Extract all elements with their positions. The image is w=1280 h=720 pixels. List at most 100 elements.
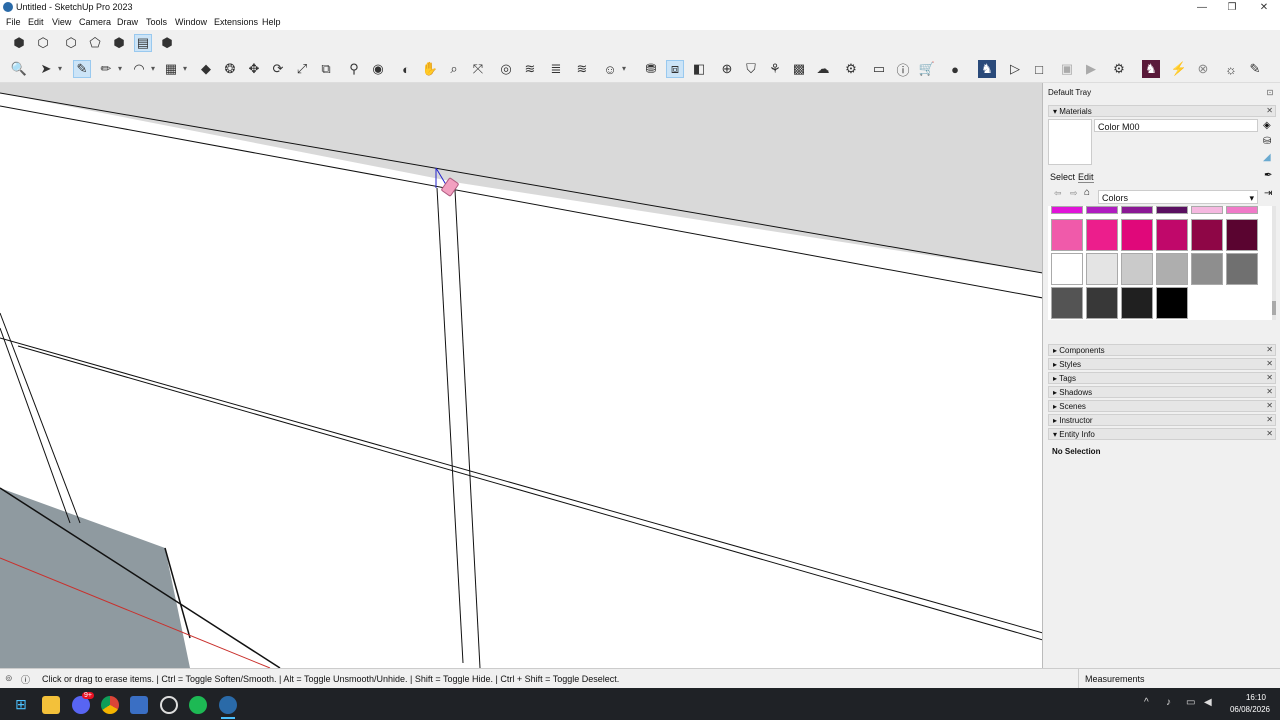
checker-icon[interactable]: ▩ <box>790 60 808 78</box>
bolt-icon[interactable]: ⚡ <box>1170 60 1188 78</box>
eraser-tool-icon[interactable]: ✎ <box>73 60 91 78</box>
menu-file[interactable]: File <box>6 17 21 27</box>
panel-close-icon[interactable]: ✕ <box>1266 429 1273 438</box>
wireframe-style-icon[interactable]: ⬡ <box>62 34 80 52</box>
color-swatch[interactable] <box>1156 253 1188 285</box>
panel-close-icon[interactable]: ✕ <box>1266 373 1273 382</box>
panel-close-icon[interactable]: ✕ <box>1266 415 1273 424</box>
sketchup-taskbar-icon[interactable] <box>219 696 237 714</box>
details-arrow-icon[interactable]: ⇥ <box>1264 188 1272 199</box>
color-swatch[interactable] <box>1086 287 1118 319</box>
monochrome-style-icon[interactable]: ⬢ <box>158 34 176 52</box>
color-swatch[interactable] <box>1086 219 1118 251</box>
extension-manager-icon[interactable]: ⚙ <box>842 60 860 78</box>
menu-view[interactable]: View <box>52 17 71 27</box>
select-tool-icon[interactable]: ➤ <box>37 60 62 78</box>
pin-icon[interactable]: ⊡ <box>1264 88 1276 98</box>
tape-measure-icon[interactable]: ⚲ <box>345 60 363 78</box>
arc-tool-icon[interactable]: ◠ <box>130 60 155 78</box>
outline-app-icon[interactable] <box>160 696 178 714</box>
menu-camera[interactable]: Camera <box>79 17 111 27</box>
section-cut-icon[interactable]: ◧ <box>690 60 708 78</box>
volume-icon[interactable]: ◀ <box>1204 697 1212 708</box>
panel-header-components[interactable]: ▸ Components ✕ <box>1048 344 1276 356</box>
info-icon[interactable]: ⓘ <box>894 60 912 78</box>
color-swatch[interactable] <box>1051 253 1083 285</box>
network-icon[interactable]: ▭ <box>1186 697 1195 708</box>
settings-icon[interactable]: ⚙ <box>1110 60 1128 78</box>
close-circle-icon[interactable]: ⊗ <box>1194 60 1212 78</box>
bulb-icon[interactable]: ☼ <box>1222 60 1240 78</box>
swatch-scrollbar[interactable] <box>1272 206 1276 320</box>
shaded-style-icon[interactable]: ⬢ <box>110 34 128 52</box>
entity-info-panel-header[interactable]: ▾ Entity Info ✕ <box>1048 428 1276 440</box>
paint-bucket-icon[interactable]: ◉ <box>369 60 387 78</box>
color-swatch[interactable] <box>1121 206 1153 214</box>
sample-paint-icon[interactable]: ◢ <box>1263 152 1271 163</box>
panel-header-scenes[interactable]: ▸ Scenes ✕ <box>1048 400 1276 412</box>
search-icon[interactable]: 🔍 <box>10 60 28 78</box>
close-button[interactable]: ✕ <box>1248 0 1280 15</box>
stop-icon[interactable]: □ <box>1030 60 1048 78</box>
tab-edit[interactable]: Edit <box>1078 172 1094 183</box>
followme-tool-icon[interactable]: ❂ <box>221 60 239 78</box>
color-swatch[interactable] <box>1051 287 1083 319</box>
menu-edit[interactable]: Edit <box>28 17 44 27</box>
color-swatch[interactable] <box>1156 219 1188 251</box>
panel-close-icon[interactable]: ✕ <box>1266 106 1273 115</box>
brand-icon[interactable]: ♞ <box>978 60 996 78</box>
pushpull-tool-icon[interactable]: ◆ <box>197 60 215 78</box>
shaded-textures-style-icon[interactable]: ▤ <box>134 34 152 52</box>
menu-window[interactable]: Window <box>175 17 207 27</box>
restore-button[interactable]: ❐ <box>1216 0 1248 15</box>
menu-extensions[interactable]: Extensions <box>214 17 258 27</box>
menu-draw[interactable]: Draw <box>117 17 138 27</box>
pencil-tool-icon[interactable]: ✏ <box>97 60 122 78</box>
color-swatch[interactable] <box>1086 206 1118 214</box>
tab-select[interactable]: Select <box>1050 172 1075 182</box>
eyedropper-icon[interactable]: ✒ <box>1264 170 1272 181</box>
chrome-icon[interactable] <box>101 696 119 714</box>
panel-header-tags[interactable]: ▸ Tags ✕ <box>1048 372 1276 384</box>
color-swatch[interactable] <box>1191 253 1223 285</box>
plugin-brand-icon[interactable]: ♞ <box>1142 60 1160 78</box>
color-swatch[interactable] <box>1121 287 1153 319</box>
play-icon[interactable]: ▷ <box>1006 60 1024 78</box>
pen-icon[interactable]: ✎ <box>1246 60 1264 78</box>
panel-close-icon[interactable]: ✕ <box>1266 359 1273 368</box>
color-swatch[interactable] <box>1191 219 1223 251</box>
color-swatch[interactable] <box>1051 219 1083 251</box>
minimize-button[interactable]: — <box>1186 0 1218 15</box>
panel-close-icon[interactable]: ✕ <box>1266 345 1273 354</box>
color-swatch[interactable] <box>1226 253 1258 285</box>
clock-time[interactable]: 16:10 <box>1226 693 1266 702</box>
section-fill-icon[interactable]: ⧈ <box>666 60 684 78</box>
spotify-icon[interactable] <box>189 696 207 714</box>
back-arrow-icon[interactable]: ⇦ <box>1054 188 1062 199</box>
color-swatch[interactable] <box>1121 219 1153 251</box>
library-select[interactable]: Colors ▾ <box>1098 190 1258 204</box>
camera-icon[interactable]: ▣ <box>1058 60 1076 78</box>
color-swatch[interactable] <box>1051 206 1083 214</box>
add-location-icon[interactable]: ⊕ <box>718 60 736 78</box>
panel-header-styles[interactable]: ▸ Styles ✕ <box>1048 358 1276 370</box>
measurements-input[interactable] <box>1150 672 1276 686</box>
color-swatch[interactable] <box>1156 287 1188 319</box>
color-swatch[interactable] <box>1226 219 1258 251</box>
panel-close-icon[interactable]: ✕ <box>1266 401 1273 410</box>
back-edges-style-icon[interactable]: ⬡ <box>34 34 52 52</box>
color-swatch[interactable] <box>1156 206 1188 214</box>
panel-header-shadows[interactable]: ▸ Shadows ✕ <box>1048 386 1276 398</box>
hidden-line-style-icon[interactable]: ⬠ <box>86 34 104 52</box>
tray-overflow-icon[interactable]: ^ <box>1144 697 1149 708</box>
extension-warehouse-icon[interactable]: ⚘ <box>766 60 784 78</box>
video-icon[interactable]: ▶ <box>1082 60 1100 78</box>
warehouse-icon[interactable]: ⛃ <box>642 60 660 78</box>
instructor-icon[interactable]: ⓘ <box>21 673 30 686</box>
pan-tool-icon[interactable]: ✋ <box>421 60 439 78</box>
panel-header-instructor[interactable]: ▸ Instructor ✕ <box>1048 414 1276 426</box>
orbit-tool-icon[interactable]: ◐ <box>397 60 415 78</box>
create-material-icon[interactable]: ◈ <box>1263 120 1271 131</box>
offset-tool-icon[interactable]: ⧉ <box>317 60 335 78</box>
menu-tools[interactable]: Tools <box>146 17 167 27</box>
